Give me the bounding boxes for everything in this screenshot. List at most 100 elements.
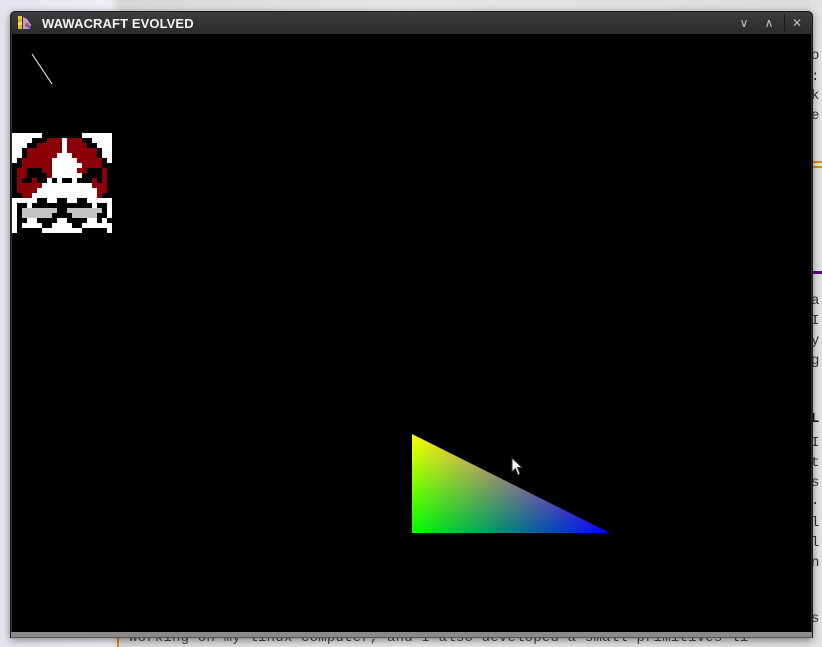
sprite-pixel	[72, 213, 77, 218]
sprite-pixel	[102, 203, 107, 208]
sprite-pixel	[87, 218, 92, 223]
sprite-pixel	[22, 148, 27, 153]
sprite-pixel	[92, 208, 97, 213]
sprite-pixel	[47, 228, 52, 233]
sprite-pixel	[77, 168, 82, 173]
sprite-pixel	[42, 163, 47, 168]
sprite-pixel	[27, 148, 32, 153]
sprite-pixel	[47, 178, 52, 183]
sprite-pixel	[37, 158, 42, 163]
sprite-pixel	[97, 213, 102, 218]
sprite-pixel	[62, 193, 67, 198]
sprite-pixel	[42, 193, 47, 198]
sprite-pixel	[17, 163, 22, 168]
sprite-pixel	[82, 198, 87, 203]
sprite-pixel	[42, 148, 47, 153]
sprite-pixel	[102, 153, 107, 158]
sprite-pixel	[97, 198, 102, 203]
sprite-pixel	[57, 163, 62, 168]
sprite-pixel	[77, 198, 82, 203]
sprite-pixel	[107, 213, 112, 218]
sprite-pixel	[62, 223, 67, 228]
sprite-pixel	[87, 208, 92, 213]
sprite-pixel	[72, 208, 77, 213]
sprite-pixel	[52, 198, 57, 203]
sprite-pixel	[97, 203, 102, 208]
sprite-pixel	[32, 208, 37, 213]
sprite-pixel	[12, 173, 17, 178]
sprite-pixel	[27, 213, 32, 218]
sprite-pixel	[82, 188, 87, 193]
sprite-pixel	[17, 228, 22, 233]
sprite-pixel	[27, 218, 32, 223]
sprite-pixel	[27, 183, 32, 188]
sprite-pixel	[57, 158, 62, 163]
chevron-down-icon: ∨	[739, 16, 749, 30]
sprite-pixel	[82, 148, 87, 153]
sprite-pixel	[107, 208, 112, 213]
sprite-pixel	[97, 188, 102, 193]
sprite-pixel	[57, 153, 62, 158]
sprite-pixel	[12, 138, 17, 143]
sprite-pixel	[27, 158, 32, 163]
close-icon: ✕	[791, 16, 803, 30]
sprite-pixel	[42, 153, 47, 158]
sprite-pixel	[97, 193, 102, 198]
sprite-pixel	[37, 183, 42, 188]
sprite-pixel	[107, 178, 112, 183]
sprite-pixel	[47, 153, 52, 158]
sprite-pixel	[87, 203, 92, 208]
sprite-pixel	[97, 153, 102, 158]
window-bottom-border	[11, 632, 812, 638]
line-segment	[31, 53, 53, 85]
sprite-pixel	[72, 163, 77, 168]
maximize-button[interactable]: ∧	[759, 14, 779, 32]
sprite-pixel	[17, 138, 22, 143]
sprite-pixel	[32, 138, 37, 143]
game-canvas[interactable]	[12, 34, 811, 632]
sprite-pixel	[72, 178, 77, 183]
sprite-pixel	[72, 148, 77, 153]
sprite-pixel	[107, 183, 112, 188]
sprite-pixel	[47, 188, 52, 193]
sprite-pixel	[47, 163, 52, 168]
sprite-pixel	[22, 168, 27, 173]
sprite-pixel	[62, 178, 67, 183]
sprite-pixel	[97, 178, 102, 183]
sprite-pixel	[32, 198, 37, 203]
sprite-pixel	[27, 168, 32, 173]
sprite-pixel	[22, 133, 27, 138]
canvas-drawing	[31, 53, 610, 533]
titlebar-separator	[784, 14, 785, 32]
sprite-pixel	[82, 158, 87, 163]
sprite-pixel	[17, 173, 22, 178]
sprite-pixel	[67, 203, 72, 208]
app-window[interactable]: WAWACRAFT EVOLVED ∨ ∧ ✕	[10, 11, 813, 638]
sprite-pixel	[22, 183, 27, 188]
minimize-button[interactable]: ∨	[734, 14, 754, 32]
sprite-pixel	[32, 223, 37, 228]
sprite-pixel	[87, 143, 92, 148]
sprite-pixel	[52, 188, 57, 193]
rgb-triangle	[412, 434, 610, 533]
title-bar[interactable]: WAWACRAFT EVOLVED ∨ ∧ ✕	[11, 12, 812, 34]
sprite-pixel	[102, 178, 107, 183]
sprite-pixel	[52, 178, 57, 183]
sprite-pixel	[62, 218, 67, 223]
sprite-pixel	[72, 223, 77, 228]
sprite-pixel	[27, 193, 32, 198]
sprite-pixel	[37, 198, 42, 203]
sprite-pixel	[87, 138, 92, 143]
close-button[interactable]: ✕	[787, 14, 807, 32]
sprite-pixel	[47, 193, 52, 198]
sprite-pixel	[47, 138, 52, 143]
sprite-pixel	[102, 198, 107, 203]
sprite-pixel	[42, 198, 47, 203]
sprite-pixel	[102, 168, 107, 173]
sprite-pixel	[102, 133, 107, 138]
sprite-pixel	[42, 158, 47, 163]
sprite-pixel	[72, 153, 77, 158]
sprite-pixel	[37, 193, 42, 198]
sprite-pixel	[102, 188, 107, 193]
sprite-pixel	[17, 203, 22, 208]
